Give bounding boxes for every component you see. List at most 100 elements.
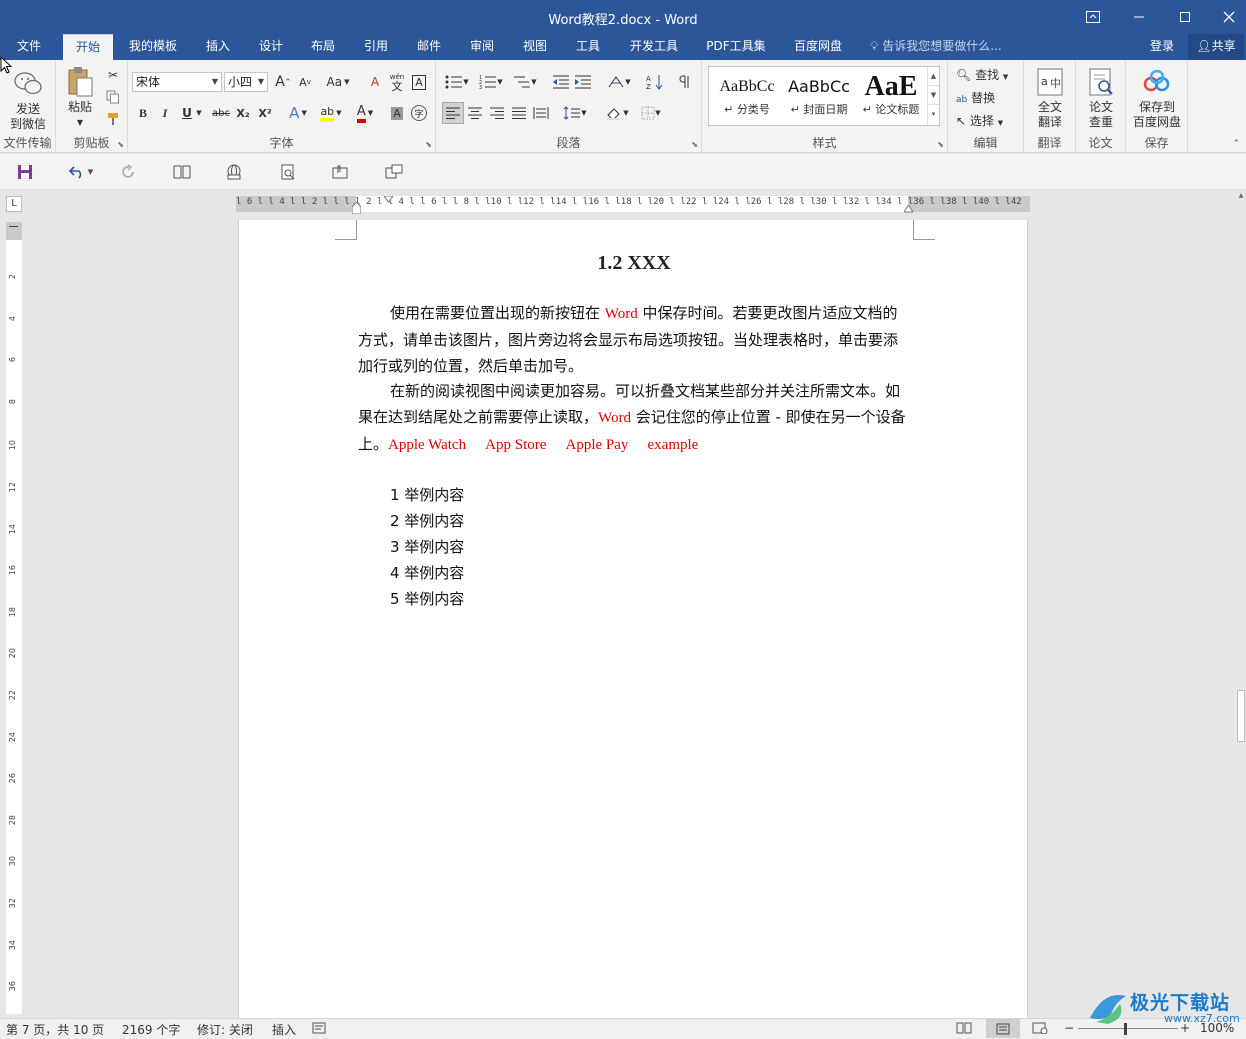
touch-mode-icon[interactable]	[330, 162, 350, 182]
track-changes-status[interactable]: 修订: 关闭	[197, 1021, 253, 1038]
dialog-launcher-icon[interactable]: ⬊	[937, 140, 944, 149]
paste-button[interactable]: 粘贴 ▼	[62, 66, 98, 130]
tab-developer[interactable]: 开发工具	[620, 34, 688, 60]
replace-button[interactable]: ab 替换	[956, 89, 995, 106]
tab-layout[interactable]: 布局	[302, 34, 344, 60]
read-mode-icon[interactable]	[172, 162, 192, 182]
bullets-icon[interactable]: ▼	[442, 71, 472, 93]
tab-mailings[interactable]: 邮件	[408, 34, 450, 60]
style-classification-number[interactable]: AaBbCc ↵ 分类号	[711, 67, 783, 125]
save-to-baidu-button[interactable]: 保存到 百度网盘	[1128, 66, 1186, 130]
styles-scroll[interactable]: ▲ ▼ ▾	[927, 67, 939, 125]
decrease-indent-icon[interactable]	[550, 71, 572, 93]
print-layout-view-icon[interactable]	[986, 1019, 1020, 1038]
paragraph-2[interactable]: 在新的阅读视图中阅读更加容易。可以折叠文档某些部分并关注所需文本。如果在达到结尾…	[358, 378, 906, 458]
tab-tools[interactable]: 工具	[567, 34, 609, 60]
web-layout-view-icon[interactable]	[1032, 1022, 1048, 1037]
right-indent-marker[interactable]	[903, 202, 914, 213]
font-color-icon[interactable]: A ▼	[350, 102, 380, 124]
document-heading[interactable]: 1.2 XXX	[239, 252, 1029, 275]
macro-record-icon[interactable]	[312, 1022, 326, 1037]
tab-references[interactable]: 引用	[355, 34, 397, 60]
collapse-ribbon-icon[interactable]: ⌃	[1232, 139, 1240, 149]
login-link[interactable]: 登录	[1150, 34, 1174, 60]
tab-design[interactable]: 设计	[250, 34, 292, 60]
tell-me-box[interactable]: 💡︎ 告诉我您想要做什么...	[870, 34, 1002, 60]
chevron-down-icon[interactable]: ▼	[62, 115, 98, 130]
list-item[interactable]: 2 举例内容	[390, 508, 464, 534]
cut-icon[interactable]: ✂	[102, 64, 124, 86]
chevron-down-icon[interactable]: ▼	[194, 102, 204, 124]
word-count[interactable]: 2169 个字	[122, 1021, 180, 1038]
vertical-scrollbar[interactable]: ▲	[1236, 192, 1246, 1018]
tab-my-templates[interactable]: 我的模板	[120, 34, 186, 60]
style-cover-date[interactable]: AaBbCc ↵ 封面日期	[783, 67, 855, 125]
numbering-icon[interactable]: 1 2 3 ▼	[476, 71, 506, 93]
font-name-combobox[interactable]: 宋体 ▼	[132, 72, 222, 92]
phonetic-guide-icon[interactable]: wén 文	[386, 71, 408, 93]
scrollbar-thumb[interactable]	[1237, 690, 1245, 742]
style-paper-title[interactable]: AaE ↵ 论文标题	[855, 67, 927, 125]
tab-home[interactable]: 开始	[63, 34, 113, 60]
enclose-characters-icon[interactable]: 字	[408, 102, 430, 124]
save-icon[interactable]	[15, 162, 35, 182]
line-spacing-icon[interactable]: ▼	[560, 102, 590, 124]
horizontal-ruler[interactable]: l 6 l l 4 l l 2 l l l l 2 l l 4 l l 6 l …	[236, 195, 1030, 215]
multilevel-list-icon[interactable]: ▼	[510, 71, 540, 93]
zoom-slider[interactable]	[1078, 1028, 1178, 1029]
full-text-translate-button[interactable]: a中 全文 翻译	[1028, 66, 1072, 130]
grow-font-icon[interactable]: A ^	[272, 71, 294, 93]
tab-review[interactable]: 审阅	[461, 34, 503, 60]
increase-indent-icon[interactable]	[572, 71, 594, 93]
italic-icon[interactable]: I	[154, 102, 176, 124]
web-layout-icon[interactable]	[224, 162, 244, 182]
maximize-icon[interactable]	[1162, 0, 1208, 34]
justify-icon[interactable]	[508, 102, 530, 124]
page-count[interactable]: 第 7 页，共 10 页	[6, 1021, 104, 1038]
vertical-ruler[interactable]: 2 4 6 8 10 12 14 16 18 20 22 24 26 28 30 32 34 36	[6, 222, 22, 1014]
list-item[interactable]: 4 举例内容	[390, 560, 464, 586]
tab-view[interactable]: 视图	[514, 34, 556, 60]
strikethrough-icon[interactable]: abc	[210, 102, 232, 124]
highlight-icon[interactable]: ab ▼	[316, 102, 346, 124]
list-item[interactable]: 3 举例内容	[390, 534, 464, 560]
distributed-icon[interactable]	[530, 102, 552, 124]
borders-icon[interactable]: ▼	[636, 102, 666, 124]
undo-icon[interactable]: ▼	[64, 162, 98, 182]
more-icon[interactable]: ▾	[928, 105, 939, 124]
copy-icon[interactable]	[102, 86, 124, 108]
chevron-up-icon[interactable]: ▲	[1237, 192, 1245, 204]
text-effects-icon[interactable]: A ▼	[284, 102, 312, 124]
paragraph-1[interactable]: 使用在需要位置出现的新按钮在 Word 中保存时间。若要更改图片适应文档的方式，…	[358, 300, 906, 379]
subscript-icon[interactable]: X₂	[232, 102, 254, 124]
select-button[interactable]: ↖ 选择 ▼	[956, 112, 1003, 129]
format-painter-icon[interactable]	[102, 108, 124, 130]
print-preview-icon[interactable]	[278, 162, 298, 182]
zoom-out-icon[interactable]: −	[1064, 1021, 1074, 1035]
superscript-icon[interactable]: X²	[254, 102, 276, 124]
find-button[interactable]: 🔍︎ 查找 ▼	[956, 66, 1008, 83]
ribbon-display-options-icon[interactable]	[1070, 0, 1116, 34]
tab-insert[interactable]: 插入	[196, 34, 240, 60]
minimize-icon[interactable]	[1116, 0, 1162, 34]
font-size-combobox[interactable]: 小四 ▼	[224, 72, 268, 92]
chevron-down-icon[interactable]: ▼	[928, 86, 939, 105]
sort-icon[interactable]: AZ	[644, 71, 666, 93]
tab-pdf-tools[interactable]: PDF工具集	[698, 34, 774, 60]
character-shading-icon[interactable]: A	[386, 102, 408, 124]
document-page[interactable]: 1.2 XXX 使用在需要位置出现的新按钮在 Word 中保存时间。若要更改图片…	[238, 220, 1028, 1020]
text-direction-icon[interactable]: ▼	[604, 71, 634, 93]
list-item[interactable]: 5 举例内容	[390, 586, 464, 612]
change-case-icon[interactable]: Aa ▼	[324, 71, 352, 93]
plagiarism-check-button[interactable]: 论文 查重	[1079, 66, 1123, 130]
dialog-launcher-icon[interactable]: ⬊	[117, 140, 124, 149]
tab-selector-icon[interactable]: L	[6, 196, 22, 212]
dialog-launcher-icon[interactable]: ⬊	[691, 140, 698, 149]
bold-icon[interactable]: B	[132, 102, 154, 124]
align-right-icon[interactable]	[486, 102, 508, 124]
read-mode-view-icon[interactable]	[956, 1022, 972, 1037]
customize-qat-icon[interactable]	[384, 162, 404, 182]
redo-icon[interactable]	[118, 162, 138, 182]
clear-formatting-icon[interactable]: A	[364, 71, 386, 93]
insert-mode[interactable]: 插入	[272, 1021, 296, 1038]
